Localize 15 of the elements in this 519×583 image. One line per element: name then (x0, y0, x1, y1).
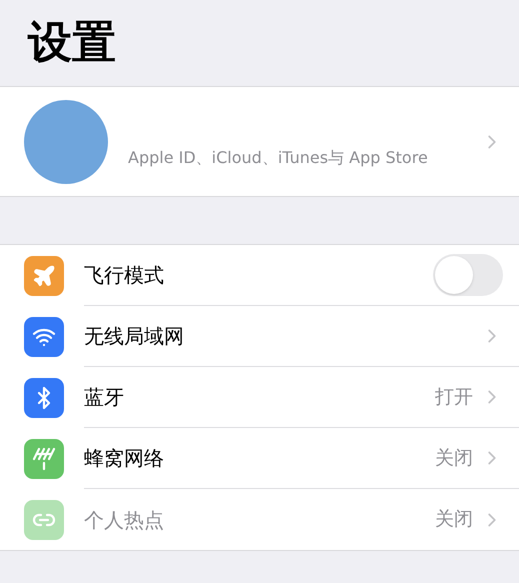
page-title: 设置 (28, 16, 116, 70)
row-label: 蜂窝网络 (84, 445, 165, 472)
settings-row[interactable]: 蓝牙 打开 (0, 367, 519, 428)
profile-subtitle: Apple ID、iCloud、iTunes与 App Store (128, 146, 429, 168)
toggle-switch[interactable] (433, 254, 503, 296)
settings-row[interactable]: 蜂窝网络 关闭 (0, 428, 519, 489)
settings-row[interactable]: 无线局域网 (0, 306, 519, 367)
row-value: 打开 (435, 384, 473, 410)
settings-row[interactable]: 飞行模式 (0, 245, 519, 306)
row-label: 个人热点 (84, 506, 165, 534)
row-value: 关闭 (435, 507, 473, 532)
row-label: 蓝牙 (84, 384, 125, 411)
row-label: 无线局域网 (84, 323, 185, 350)
row-value: 关闭 (435, 446, 473, 471)
row-label: 飞行模式 (84, 262, 165, 289)
